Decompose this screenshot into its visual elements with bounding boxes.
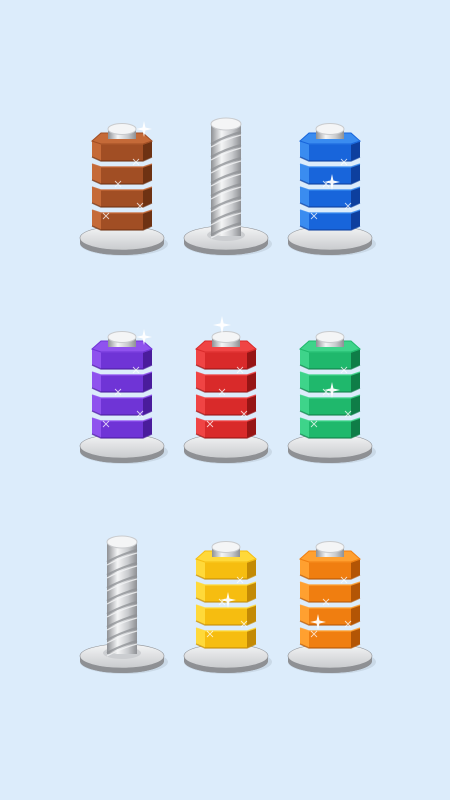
nut-blue[interactable] (299, 209, 361, 231)
bolt-tip (315, 123, 345, 135)
bolt-tip (315, 331, 345, 343)
nut-chamfer (91, 417, 153, 422)
nut-chamfer (91, 394, 153, 399)
nut-chamfer (299, 394, 361, 399)
nut-chamfer (195, 581, 257, 586)
nut-red[interactable] (195, 394, 257, 416)
nut-chamfer (299, 209, 361, 214)
nut-face-front (101, 352, 143, 369)
nut-yellow[interactable] (195, 627, 257, 649)
game-board (0, 0, 450, 800)
nut-face-front (205, 375, 247, 392)
nut-chamfer (299, 417, 361, 422)
nut-chamfer (91, 163, 153, 168)
nut-face-front (309, 421, 351, 438)
nut-orange[interactable] (299, 604, 361, 626)
nut-chamfer (195, 371, 257, 376)
bolt-r1-c3[interactable] (280, 110, 380, 270)
nut-face-front (309, 398, 351, 415)
bolt-r3-c1[interactable] (72, 528, 172, 688)
nut-face-front (309, 585, 351, 602)
nut-red[interactable] (195, 417, 257, 439)
nut-chamfer (299, 581, 361, 586)
nut-face-front (309, 144, 351, 161)
nut-face-front (309, 631, 351, 648)
nut-chamfer (91, 209, 153, 214)
bolt-r3-c3[interactable] (280, 528, 380, 688)
nut-face-front (205, 352, 247, 369)
nut-purple[interactable] (91, 371, 153, 393)
nut-chamfer (195, 627, 257, 632)
nut-brown[interactable] (91, 163, 153, 185)
nut-green[interactable] (299, 394, 361, 416)
nut-face-front (205, 421, 247, 438)
bolt-r2-c2[interactable] (176, 316, 276, 478)
nut-chamfer (299, 627, 361, 632)
nut-blue[interactable] (299, 186, 361, 208)
nut-orange[interactable] (299, 627, 361, 649)
nut-purple[interactable] (91, 417, 153, 439)
bolt-r1-c1[interactable] (72, 110, 172, 270)
bolt-tip (107, 123, 137, 135)
nut-chamfer (195, 417, 257, 422)
nut-green[interactable] (299, 417, 361, 439)
nut-chamfer (195, 394, 257, 399)
nut-chamfer (91, 186, 153, 191)
nut-purple[interactable] (91, 394, 153, 416)
nut-face-front (309, 562, 351, 579)
nut-chamfer (195, 604, 257, 609)
nut-chamfer (299, 186, 361, 191)
nut-chamfer (299, 371, 361, 376)
nut-face-front (205, 398, 247, 415)
nut-face-front (101, 421, 143, 438)
nut-yellow[interactable] (195, 604, 257, 626)
nut-face-front (101, 375, 143, 392)
nut-brown[interactable] (91, 209, 153, 231)
nut-red[interactable] (195, 371, 257, 393)
rod-top (210, 117, 242, 131)
bolt-tip (211, 331, 241, 343)
bolt-tip (107, 331, 137, 343)
nut-face-front (205, 562, 247, 579)
nut-orange[interactable] (299, 581, 361, 603)
bolt-r2-c1[interactable] (72, 318, 172, 478)
nut-face-front (309, 213, 351, 230)
nut-chamfer (299, 163, 361, 168)
bolt-tip (315, 541, 345, 553)
nut-face-front (309, 352, 351, 369)
bolt-r1-c2[interactable] (176, 110, 276, 270)
nut-face-front (101, 167, 143, 184)
nut-face-front (205, 631, 247, 648)
nut-face-front (101, 190, 143, 207)
nut-face-front (205, 608, 247, 625)
bolt-r3-c2[interactable] (176, 528, 276, 688)
bolt-r2-c3[interactable] (280, 318, 380, 478)
nut-face-front (101, 144, 143, 161)
nut-chamfer (91, 371, 153, 376)
nut-face-front (101, 213, 143, 230)
nut-chamfer (299, 604, 361, 609)
nut-brown[interactable] (91, 186, 153, 208)
bolt-tip (211, 541, 241, 553)
nut-face-front (309, 190, 351, 207)
nut-face-front (101, 398, 143, 415)
rod-top (106, 535, 138, 549)
